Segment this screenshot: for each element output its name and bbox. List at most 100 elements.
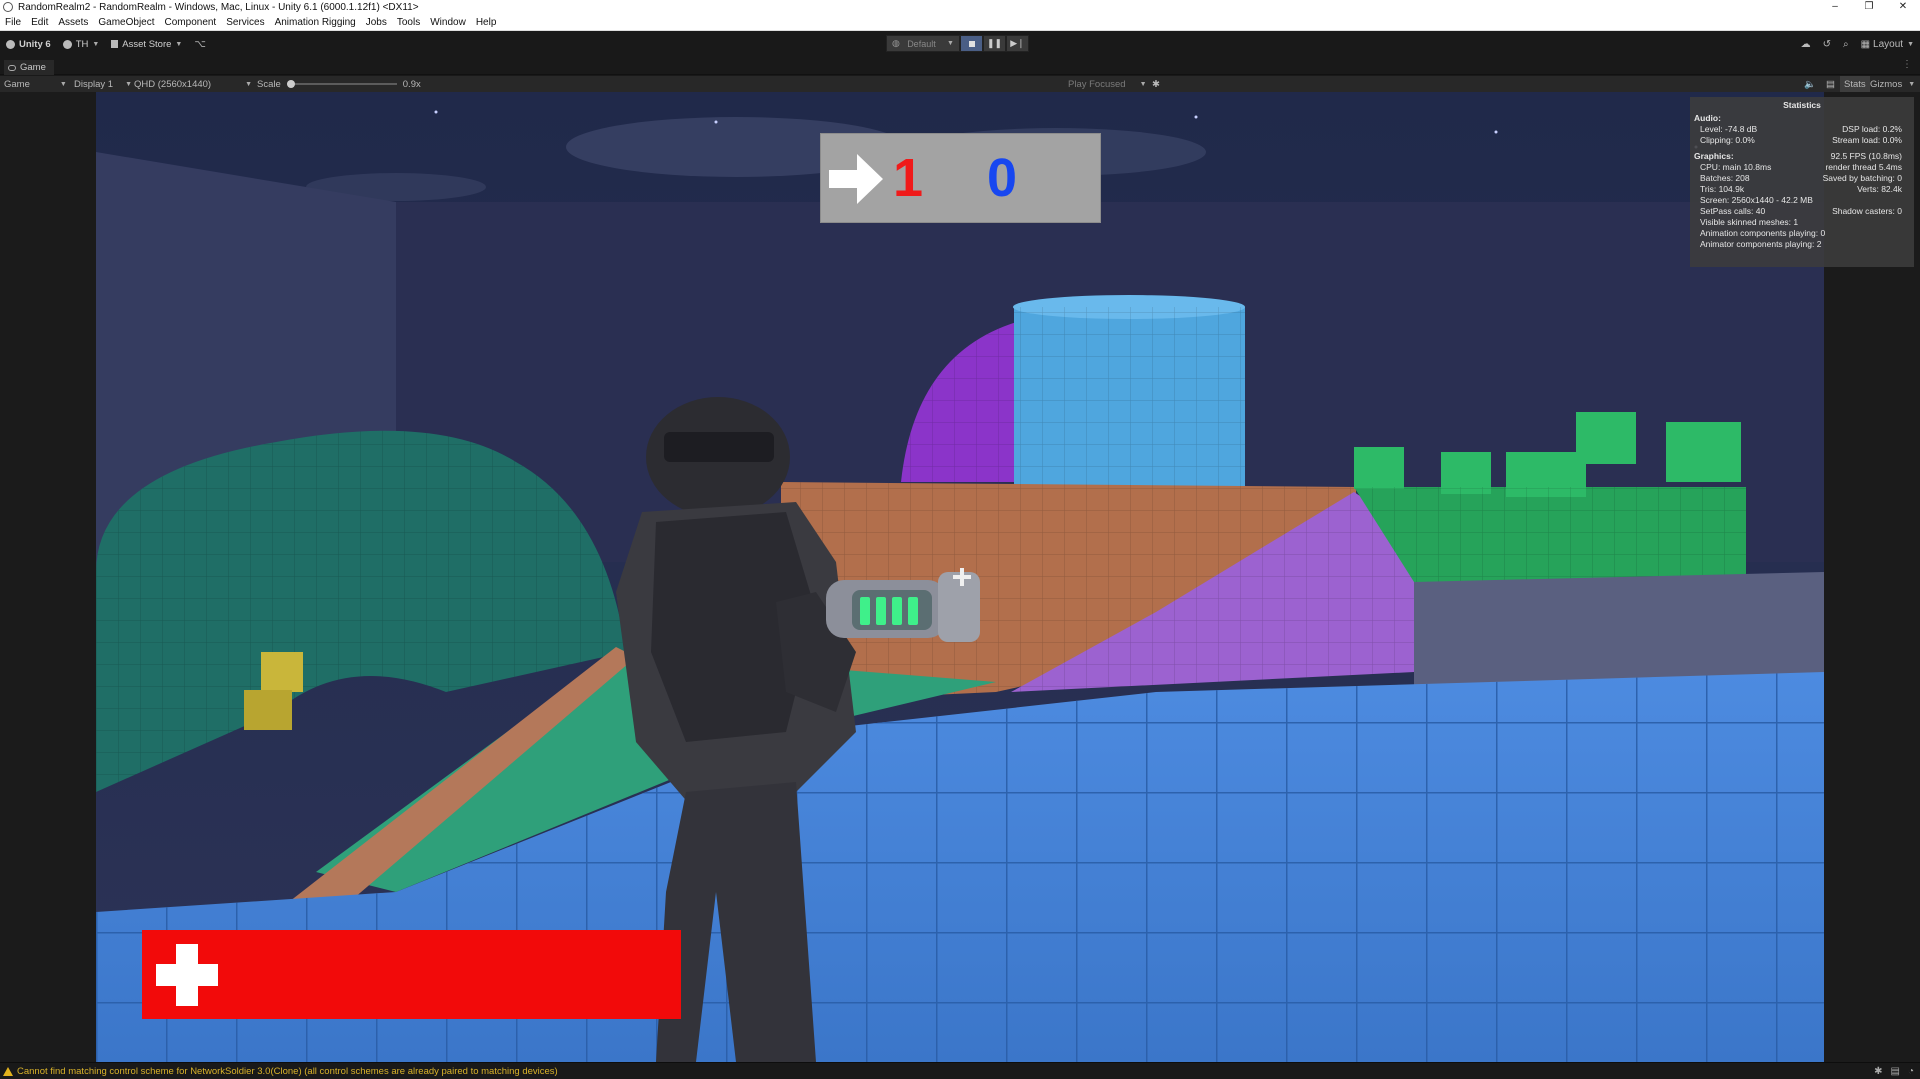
- health-cross-icon: [156, 944, 218, 1006]
- star: [1194, 115, 1198, 119]
- scale-control: Scale 0.9x: [257, 76, 421, 92]
- build-profile-label: Default: [907, 38, 936, 49]
- stats-label: Stats: [1844, 78, 1866, 90]
- pause-button[interactable]: ❚❚: [983, 35, 1006, 52]
- more-options-icon[interactable]: ⋮: [1902, 59, 1912, 70]
- stats-row: Clipping: 0.0% Stream load: 0.0%: [1690, 135, 1914, 146]
- scoreboard: 1 0: [820, 133, 1101, 223]
- unity-account-button[interactable]: Unity 6: [0, 35, 57, 53]
- menu-help[interactable]: Help: [471, 14, 502, 31]
- pause-icon: ❚❚: [986, 38, 1003, 48]
- menu-assets[interactable]: Assets: [53, 14, 93, 31]
- play-mode-dropdown[interactable]: Play Focused ▼: [1068, 76, 1147, 92]
- window-title-bar: RandomRealm2 - RandomRealm - Windows, Ma…: [0, 0, 1920, 14]
- minimize-button[interactable]: –: [1818, 0, 1852, 14]
- close-button[interactable]: ✕: [1886, 0, 1920, 14]
- scale-slider-handle[interactable]: [286, 80, 295, 88]
- arrow-right-icon: [829, 154, 883, 204]
- bug-icon[interactable]: ✱: [1152, 76, 1160, 92]
- menu-gameobject[interactable]: GameObject: [93, 14, 159, 31]
- account-dropdown[interactable]: TH ▼: [57, 35, 106, 53]
- resolution-dropdown[interactable]: QHD (2560x1440) ▼: [134, 76, 252, 92]
- audio-clipping: Clipping: 0.0%: [1700, 135, 1755, 145]
- chevron-down-icon: ▼: [1139, 80, 1147, 88]
- tab-game[interactable]: Game: [4, 60, 54, 75]
- search-icon[interactable]: ⌕: [1843, 39, 1849, 50]
- status-message[interactable]: Cannot find matching control scheme for …: [17, 1066, 558, 1077]
- display-dropdown[interactable]: Display 1 ▼: [74, 76, 132, 92]
- asset-store-dropdown[interactable]: Asset Store ▼: [105, 35, 188, 53]
- play-controls: ◍ Default ▼ ❚❚ ▶❘: [886, 35, 1029, 52]
- asset-store-label: Asset Store: [122, 38, 172, 50]
- notification-icon[interactable]: ◔: [1908, 1066, 1914, 1077]
- history-icon[interactable]: ↺: [1823, 39, 1831, 50]
- graphics-header: Graphics:: [1694, 151, 1734, 161]
- chevron-down-icon: ▼: [245, 80, 253, 88]
- animation-components: Animation components playing: 0: [1700, 228, 1826, 238]
- tris: Tris: 104.9k: [1700, 184, 1745, 194]
- gamepad-icon: [8, 64, 16, 71]
- gizmos-label: Gizmos: [1870, 78, 1903, 90]
- window-controls: – ❐ ✕: [1818, 0, 1920, 14]
- blue-tower-grid: [1014, 307, 1245, 487]
- unity-logo-icon: [3, 2, 13, 12]
- game-view-controls: Game ▼ Display 1 ▼ QHD (2560x1440) ▼ Sca…: [0, 76, 1920, 92]
- blue-team-score: 0: [987, 148, 1018, 208]
- red-team-score: 1: [893, 148, 924, 208]
- play-mode-label: Play Focused: [1068, 78, 1126, 90]
- statistics-panel: Statistics Audio: Level: -74.8 dB DSP lo…: [1690, 97, 1914, 267]
- bug-icon[interactable]: ✱: [1874, 1066, 1882, 1077]
- cloud-icon[interactable]: ☁: [1801, 39, 1811, 50]
- build-profile-dropdown[interactable]: ◍ Default ▼: [886, 35, 960, 52]
- resolution-label: QHD (2560x1440): [134, 78, 212, 90]
- play-button[interactable]: [960, 35, 983, 52]
- layout-icon: ▦: [1860, 38, 1871, 50]
- screen-info: Screen: 2560x1440 - 42.2 MB: [1700, 195, 1813, 205]
- progress-icon[interactable]: ▤: [1891, 1066, 1900, 1077]
- chevron-down-icon: ▼: [1907, 40, 1914, 48]
- stats-toggle[interactable]: Stats: [1840, 76, 1870, 92]
- version-control-button[interactable]: ⌥: [188, 35, 212, 53]
- green-cube: [1666, 422, 1741, 482]
- gizmos-toggle[interactable]: Gizmos ▼: [1870, 76, 1915, 92]
- account-label: TH: [75, 38, 89, 50]
- cpu-main: CPU: main 10.8ms: [1700, 162, 1772, 172]
- step-icon: ▶❘: [1010, 38, 1025, 48]
- stats-row: CPU: main 10.8ms render thread 5.4ms: [1690, 162, 1914, 173]
- layout-dropdown[interactable]: ▦ Layout ▼: [1861, 39, 1914, 50]
- mute-audio-icon[interactable]: 🔈: [1804, 76, 1816, 92]
- menu-animation-rigging[interactable]: Animation Rigging: [270, 14, 361, 31]
- main-toolbar: Unity 6 TH ▼ Asset Store ▼ ⌥ ◍ Default ▼…: [0, 31, 1920, 57]
- star: [1494, 130, 1498, 134]
- menu-window[interactable]: Window: [425, 14, 471, 31]
- menu-services[interactable]: Services: [221, 14, 269, 31]
- aspect-icon[interactable]: ▤: [1826, 76, 1835, 92]
- menu-file[interactable]: File: [0, 14, 26, 31]
- star: [714, 120, 718, 124]
- stats-row: Tris: 104.9k Verts: 82.4k: [1690, 184, 1914, 195]
- globe-icon: ◍: [892, 38, 900, 48]
- green-cube: [1354, 447, 1404, 489]
- status-bar[interactable]: Cannot find matching control scheme for …: [0, 1062, 1920, 1079]
- menu-jobs[interactable]: Jobs: [361, 14, 392, 31]
- setpass-calls: SetPass calls: 40: [1700, 206, 1766, 216]
- view-mode-dropdown[interactable]: Game ▼: [4, 76, 67, 92]
- restore-button[interactable]: ❐: [1852, 0, 1886, 14]
- bag-icon: [111, 40, 119, 48]
- window-title: RandomRealm2 - RandomRealm - Windows, Ma…: [18, 1, 419, 13]
- health-bar: [142, 930, 681, 1019]
- stop-icon: [968, 40, 975, 47]
- menu-component[interactable]: Component: [160, 14, 222, 31]
- unity-logo-icon: [6, 39, 15, 49]
- step-button[interactable]: ▶❘: [1006, 35, 1029, 52]
- menu-tools[interactable]: Tools: [392, 14, 425, 31]
- stats-row: Level: -74.8 dB DSP load: 0.2%: [1690, 124, 1914, 135]
- tab-game-label: Game: [20, 62, 46, 73]
- scale-slider[interactable]: [286, 80, 397, 88]
- verts: Verts: 82.4k: [1857, 184, 1902, 194]
- branch-icon: ⌥: [194, 38, 206, 50]
- stats-row: Batches: 208 Saved by batching: 0: [1690, 173, 1914, 184]
- scale-label: Scale: [257, 78, 281, 90]
- render-thread: render thread 5.4ms: [1825, 162, 1902, 172]
- menu-edit[interactable]: Edit: [26, 14, 53, 31]
